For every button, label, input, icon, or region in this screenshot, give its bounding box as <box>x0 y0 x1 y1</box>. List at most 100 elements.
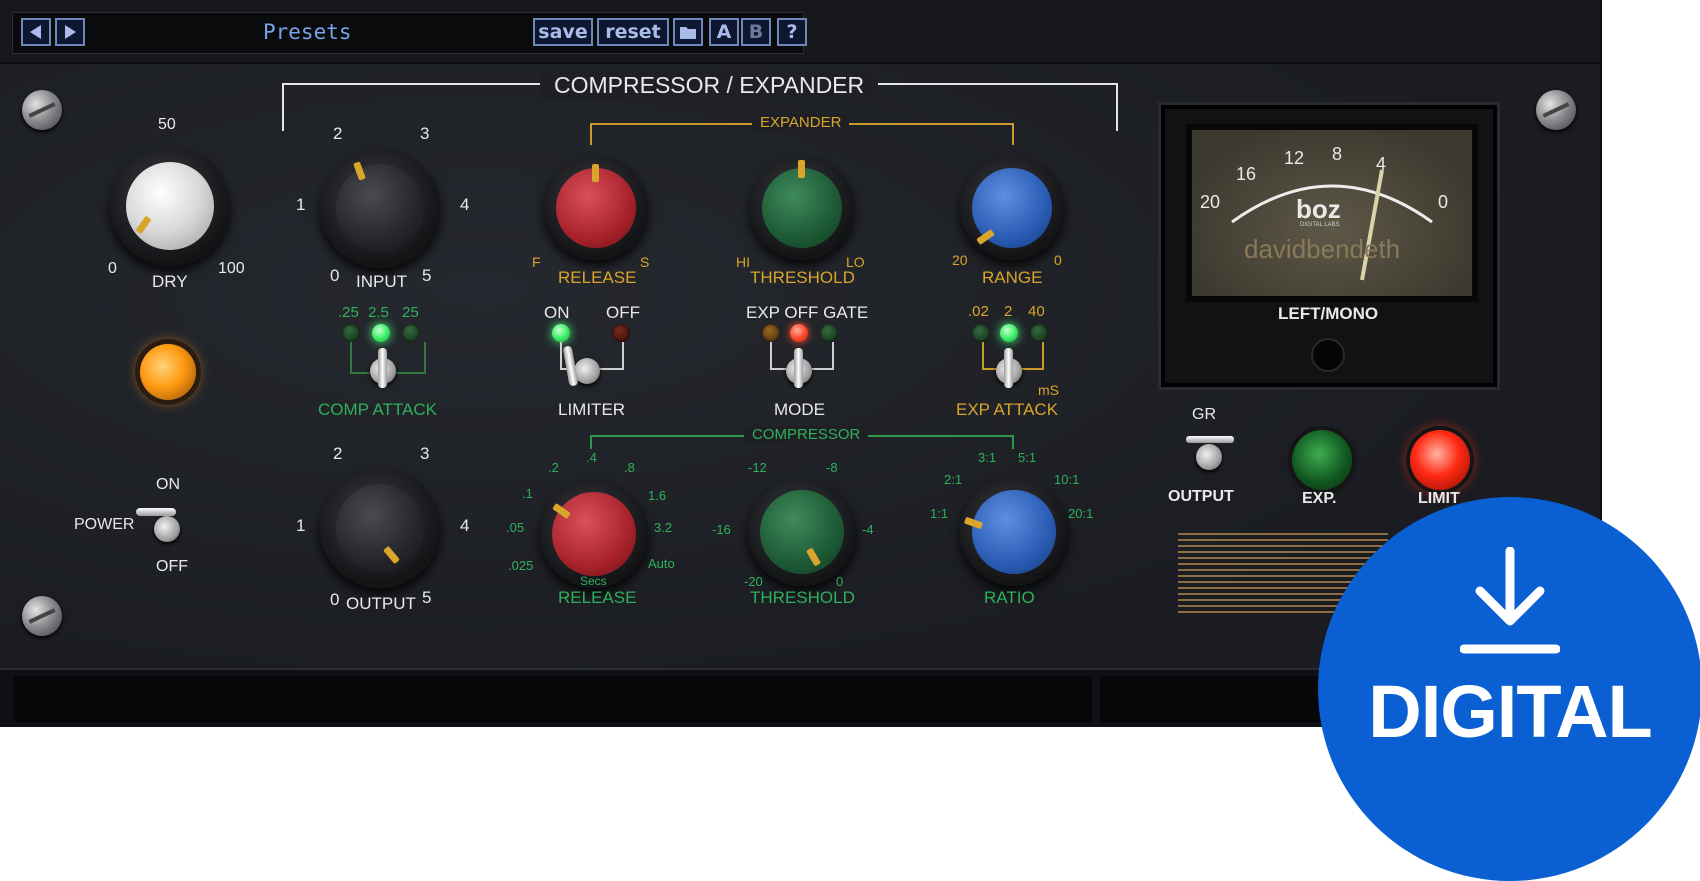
compressor-release-knob[interactable] <box>540 480 648 588</box>
open-folder-button[interactable] <box>673 18 703 46</box>
exp-indicator-label: EXP. <box>1302 490 1337 507</box>
limiter-on-led <box>552 324 570 342</box>
exp-attack-led-3 <box>1030 324 1048 342</box>
power-toggle <box>154 516 180 542</box>
folder-icon <box>680 27 696 39</box>
limiter-label: LIMITER <box>558 400 626 419</box>
meter-source-toggle <box>1196 444 1222 470</box>
input-tick-1: 1 <box>296 195 306 214</box>
ratio-tick-2-1: 2:1 <box>944 472 963 487</box>
expander-threshold-knob[interactable] <box>750 156 854 260</box>
comp-threshold-tick-m16: -16 <box>712 522 731 537</box>
power-led <box>140 344 196 400</box>
section-title: COMPRESSOR / EXPANDER <box>540 72 879 99</box>
bottom-strip-left <box>14 676 1092 722</box>
dry-knob-cap <box>126 162 214 250</box>
dry-tick-50: 50 <box>158 116 176 133</box>
comp-release-tick-auto: Auto <box>648 556 675 571</box>
meter-switch-output-label: OUTPUT <box>1168 488 1234 505</box>
comp-release-tick-16: 1.6 <box>648 488 667 503</box>
expander-release-max: S <box>640 254 650 270</box>
comp-attack-led-1 <box>342 324 360 342</box>
comp-release-tick-32: 3.2 <box>654 520 673 535</box>
comp-threshold-tick-m4: -4 <box>862 522 874 537</box>
comp-release-tick-2: .2 <box>548 460 559 475</box>
comp-threshold-tick-0: 0 <box>836 574 844 589</box>
ratio-tick-20-1: 20:1 <box>1068 506 1094 521</box>
compressor-title: COMPRESSOR <box>744 426 869 443</box>
comp-threshold-tick-m8: -8 <box>826 460 838 475</box>
expander-threshold-pointer <box>798 160 805 178</box>
previous-preset-button[interactable] <box>21 18 51 46</box>
b-button[interactable]: B <box>741 18 771 46</box>
meter-scale-20: 20 <box>1200 192 1221 212</box>
dry-tick-0: 0 <box>108 260 117 277</box>
ratio-tick-1-1: 1:1 <box>930 506 949 521</box>
input-tick-2: 2 <box>333 124 343 143</box>
comp-release-tick-1: .1 <box>522 486 533 501</box>
help-button[interactable]: ? <box>777 18 807 46</box>
output-label: OUTPUT <box>346 594 416 613</box>
limiter-off-led <box>612 324 630 342</box>
meter-source-switch[interactable] <box>1186 430 1236 474</box>
comp-attack-led-2 <box>372 324 390 342</box>
meter-scale-16: 16 <box>1236 164 1257 184</box>
save-button[interactable]: save <box>533 18 593 46</box>
power-on-label: ON <box>156 476 180 493</box>
compressor-release-cap <box>552 492 636 576</box>
triangle-right-icon <box>65 25 76 39</box>
comp-attack-switch[interactable] <box>364 348 404 388</box>
expander-title: EXPANDER <box>752 114 850 131</box>
ratio-tick-5-1: 5:1 <box>1018 450 1037 465</box>
limiter-switch[interactable] <box>562 345 606 388</box>
reset-button[interactable]: reset <box>597 18 669 46</box>
compressor-threshold-knob[interactable] <box>748 478 856 586</box>
ratio-tick-10-1: 10:1 <box>1054 472 1080 487</box>
input-tick-3: 3 <box>420 124 430 143</box>
comp-attack-bat <box>378 348 387 388</box>
exp-indicator-lamp <box>1292 430 1352 490</box>
dry-label: DRY <box>152 272 188 291</box>
expander-range-knob[interactable] <box>960 156 1064 260</box>
exp-attack-switch[interactable] <box>990 348 1030 388</box>
next-preset-button[interactable] <box>55 18 85 46</box>
triangle-left-icon <box>30 25 41 39</box>
expander-threshold-cap <box>762 168 842 248</box>
vu-meter-face: 20 16 12 8 4 0 boz DIGITAL LABS davidben… <box>1186 124 1478 302</box>
power-toggle-bat <box>136 508 176 516</box>
expander-release-min: F <box>532 254 541 270</box>
input-tick-5: 5 <box>422 266 432 285</box>
exp-attack-label: EXP ATTACK <box>956 400 1059 419</box>
meter-signature: davidbendeth <box>1244 234 1401 264</box>
compressor-ratio-cap <box>972 490 1056 574</box>
comp-threshold-tick-m20: -20 <box>744 574 763 589</box>
power-switch[interactable] <box>136 504 190 552</box>
expander-release-label: RELEASE <box>558 268 637 287</box>
exp-attack-opt-2: 2 <box>1004 303 1013 320</box>
mode-switch[interactable] <box>780 348 820 388</box>
ratio-tick-3-1: 3:1 <box>978 450 997 465</box>
comp-attack-opt-2: 2.5 <box>368 304 389 321</box>
mode-label: MODE <box>774 400 825 419</box>
meter-scale-8: 8 <box>1332 144 1343 164</box>
presets-label[interactable]: Presets <box>263 20 352 44</box>
comp-release-tick-4: .4 <box>586 450 597 465</box>
comp-threshold-tick-m12: -12 <box>748 460 767 475</box>
comp-release-tick-8: .8 <box>624 460 635 475</box>
compressor-ratio-knob[interactable] <box>960 478 1068 586</box>
digital-badge: DIGITAL <box>1318 497 1700 881</box>
a-button[interactable]: A <box>709 18 739 46</box>
exp-attack-led-1 <box>972 324 990 342</box>
input-label: INPUT <box>356 272 407 291</box>
screw-bottom-left <box>22 596 62 636</box>
power-off-label: OFF <box>156 558 188 575</box>
output-knob[interactable] <box>320 468 440 588</box>
input-knob[interactable] <box>320 148 440 268</box>
expander-release-knob[interactable] <box>544 156 648 260</box>
output-tick-5: 5 <box>422 588 432 607</box>
dry-knob[interactable] <box>110 146 230 266</box>
output-tick-4: 4 <box>460 516 470 535</box>
limiter-toggle <box>574 358 600 384</box>
expander-range-label: RANGE <box>982 268 1043 287</box>
meter-channel-label: LEFT/MONO <box>1278 304 1379 323</box>
